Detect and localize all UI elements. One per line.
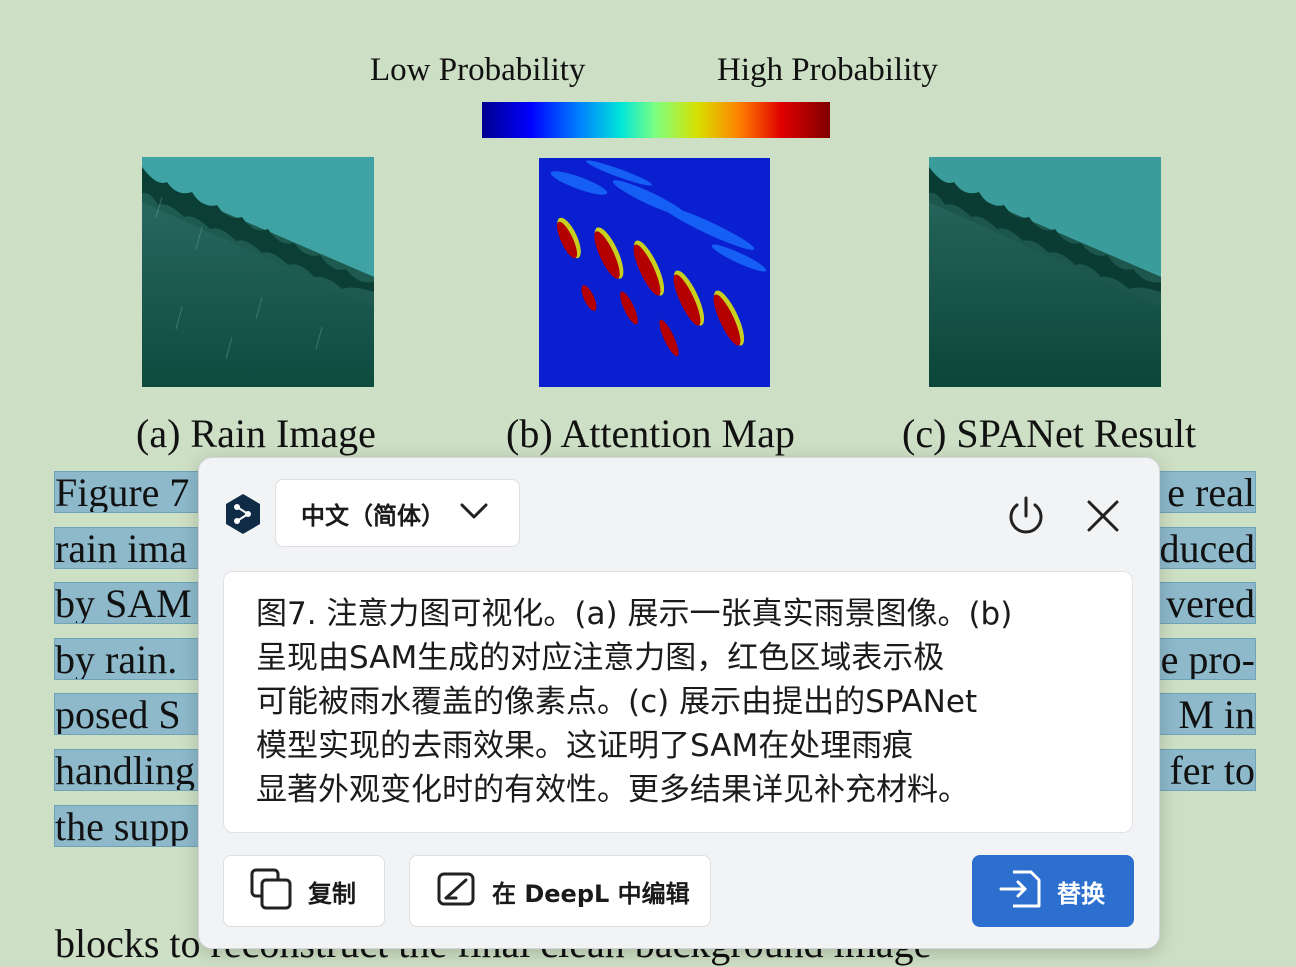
copy-icon xyxy=(248,866,294,916)
translation-line: 图7. 注意力图可视化。(a) 展示一张真实雨景图像。(b) xyxy=(256,596,1013,632)
translation-result[interactable]: 图7. 注意力图可视化。(a) 展示一张真实雨景图像。(b) 呈现由SAM生成的… xyxy=(223,571,1133,833)
selected-text-line[interactable]: the supp xyxy=(54,805,200,847)
selected-text-line[interactable]: duced xyxy=(1157,527,1256,569)
close-icon[interactable] xyxy=(1081,494,1125,538)
selected-text-line[interactable]: rain ima xyxy=(54,527,200,569)
copy-button[interactable]: 复制 xyxy=(223,855,385,927)
copy-label: 复制 xyxy=(308,879,356,908)
selected-text-line[interactable]: e pro- xyxy=(1157,638,1256,680)
power-icon[interactable] xyxy=(1004,494,1048,538)
translation-line: 显著外观变化时的有效性。更多结果详见补充材料。 xyxy=(256,772,969,808)
target-language-select[interactable]: 中文（简体） xyxy=(275,479,520,547)
translation-line: 呈现由SAM生成的对应注意力图，红色区域表示极 xyxy=(256,640,945,676)
deepl-logo-icon xyxy=(223,492,263,536)
selected-text-line[interactable]: by rain. xyxy=(54,638,200,680)
replace-icon xyxy=(997,866,1043,916)
colorbar-high-label: High Probability xyxy=(717,52,938,88)
caption-rain-image: (a) Rain Image xyxy=(136,411,376,456)
target-language-label: 中文（简体） xyxy=(301,501,445,530)
colorbar xyxy=(482,102,830,138)
chevron-down-icon xyxy=(459,501,489,525)
caption-spanet-result: (c) SPANet Result xyxy=(902,411,1197,456)
replace-label: 替换 xyxy=(1057,879,1105,908)
translation-line: 模型实现的去雨效果。这证明了SAM在处理雨痕 xyxy=(256,728,914,764)
selected-text-line[interactable]: M in xyxy=(1157,693,1256,735)
selected-text-line[interactable]: vered xyxy=(1157,582,1256,624)
caption-attention-map: (b) Attention Map xyxy=(506,411,795,456)
selected-text-line[interactable]: e real xyxy=(1157,471,1256,513)
deepl-translation-popup: 中文（简体） 图7. 注意力图可视化。(a) 展示一张真实雨景图像。(b) 呈现… xyxy=(198,457,1160,949)
selected-text-line[interactable]: by SAM xyxy=(54,582,200,624)
selected-text-line[interactable]: fer to xyxy=(1157,749,1256,791)
edit-in-deepl-button[interactable]: 在 DeepL 中编辑 xyxy=(409,855,711,927)
spanet-result-image xyxy=(929,157,1161,387)
edit-in-deepl-label: 在 DeepL 中编辑 xyxy=(492,879,690,908)
selected-text-line[interactable]: Figure 7 xyxy=(54,471,200,513)
colorbar-low-label: Low Probability xyxy=(370,52,586,88)
replace-button[interactable]: 替换 xyxy=(972,855,1134,927)
selected-text-line[interactable]: posed S xyxy=(54,693,200,735)
edit-icon xyxy=(436,868,478,914)
selected-text-line[interactable]: handling xyxy=(54,749,200,791)
rain-image xyxy=(142,157,374,387)
attention-map-image xyxy=(539,158,770,387)
translation-line: 可能被雨水覆盖的像素点。(c) 展示由提出的SPANet xyxy=(256,684,978,720)
